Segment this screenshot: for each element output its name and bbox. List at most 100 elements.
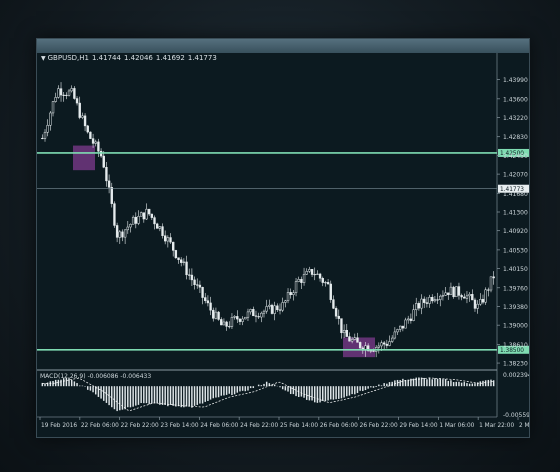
candle-body xyxy=(155,223,159,229)
candle-body xyxy=(484,289,487,303)
candle-body xyxy=(292,292,295,296)
candle-body xyxy=(204,297,207,301)
candle-body xyxy=(399,325,402,330)
macd-axis-bottom: -0.005592 xyxy=(503,412,529,419)
candle-body xyxy=(166,237,170,242)
candle-body xyxy=(318,273,322,279)
candle-body xyxy=(423,298,426,303)
candle-body xyxy=(262,310,266,314)
candle-body xyxy=(358,342,362,349)
candle-body xyxy=(428,296,431,304)
candle-body xyxy=(433,299,437,302)
candle-body xyxy=(340,318,343,334)
candle-body xyxy=(102,155,105,168)
candle-body xyxy=(452,286,455,298)
candle-body xyxy=(228,326,231,328)
candle-body xyxy=(479,299,482,305)
candle-body xyxy=(436,299,439,301)
candle-body xyxy=(401,325,405,329)
candle-body xyxy=(420,298,423,309)
candle-body xyxy=(185,261,188,276)
candle-body xyxy=(161,226,164,236)
time-tick-label: 1 Mar 22:00 xyxy=(479,423,514,429)
candle-body xyxy=(329,283,332,300)
candle-body xyxy=(49,112,52,126)
candle-body xyxy=(294,281,298,293)
time-tick-label: 24 Feb 22:00 xyxy=(240,423,278,429)
candle-body xyxy=(139,212,143,217)
candle-body xyxy=(412,309,415,321)
candle-body xyxy=(94,141,97,144)
candle-body xyxy=(270,304,274,314)
candle-body xyxy=(460,295,463,298)
candle-body xyxy=(305,271,308,275)
candle-body xyxy=(348,336,351,342)
candle-body xyxy=(134,216,137,224)
time-tick-label: 22 Feb 22:00 xyxy=(121,423,159,429)
price-tick-label: 1.38610 xyxy=(503,342,528,349)
candle-body xyxy=(415,303,418,310)
candle-body xyxy=(334,308,338,317)
candle-body xyxy=(163,235,167,242)
candle-body xyxy=(265,306,268,312)
time-tick-label: 26 Feb 06:00 xyxy=(320,423,358,429)
price-tick-label: 1.42450 xyxy=(503,153,528,160)
candle-body xyxy=(313,274,316,276)
candle-body xyxy=(297,279,300,282)
candle-body xyxy=(449,286,453,296)
candle-body xyxy=(241,318,244,322)
candle-body xyxy=(89,131,92,139)
candle-body xyxy=(473,299,477,309)
candle-body xyxy=(233,316,236,318)
price-tick-label: 1.39380 xyxy=(503,304,528,311)
candle-body xyxy=(57,88,60,98)
candle-body xyxy=(70,88,73,92)
candle-body xyxy=(468,294,471,297)
candle-body xyxy=(404,319,407,329)
candle-body xyxy=(188,274,191,276)
candle-body xyxy=(209,302,212,311)
candle-body xyxy=(46,125,49,133)
candle-body xyxy=(425,302,429,304)
candle-body xyxy=(284,300,287,303)
macd-axis-top: 0.002394 xyxy=(503,372,529,379)
candle-body xyxy=(471,294,474,301)
price-tick-label: 1.39000 xyxy=(503,323,528,330)
time-tick-label: 2 Mar 14:00 xyxy=(519,423,529,429)
candle-body xyxy=(350,339,354,342)
candle-body xyxy=(388,341,391,346)
candle-body xyxy=(276,305,279,311)
time-tick-label: 1 Mar 06:00 xyxy=(439,423,474,429)
candle-body xyxy=(407,318,410,321)
candle-body xyxy=(78,102,81,118)
time-tick-label: 19 Feb 2016 xyxy=(41,423,77,429)
candle-body xyxy=(212,309,215,319)
price-tick-label: 1.42070 xyxy=(503,172,528,179)
candle-body xyxy=(238,318,242,322)
candle-body xyxy=(380,342,383,347)
candle-body xyxy=(129,224,132,228)
price-tick-label: 1.41300 xyxy=(503,210,528,217)
candle-body xyxy=(113,203,116,226)
price-tick-label: 1.40530 xyxy=(503,247,528,254)
time-tick-label: 26 Feb 22:00 xyxy=(360,423,398,429)
candle-body xyxy=(417,303,421,309)
candle-body xyxy=(286,292,290,302)
price-tick-label: 1.38230 xyxy=(503,361,528,368)
candle-body xyxy=(105,166,108,182)
candle-body xyxy=(409,318,413,321)
candle-body xyxy=(169,237,172,243)
candle-body xyxy=(302,273,306,283)
candle-body xyxy=(51,101,55,114)
candle-body xyxy=(230,317,234,327)
candle-body xyxy=(321,278,324,283)
candle-body xyxy=(372,350,375,352)
candle-body xyxy=(220,319,223,326)
highlight-zone xyxy=(73,145,95,171)
time-tick-label: 25 Feb 14:00 xyxy=(280,423,318,429)
candle-body xyxy=(86,125,89,133)
candle-body xyxy=(73,88,76,99)
candle-body xyxy=(214,311,218,319)
candle-body xyxy=(190,274,194,281)
candle-body xyxy=(457,286,461,296)
